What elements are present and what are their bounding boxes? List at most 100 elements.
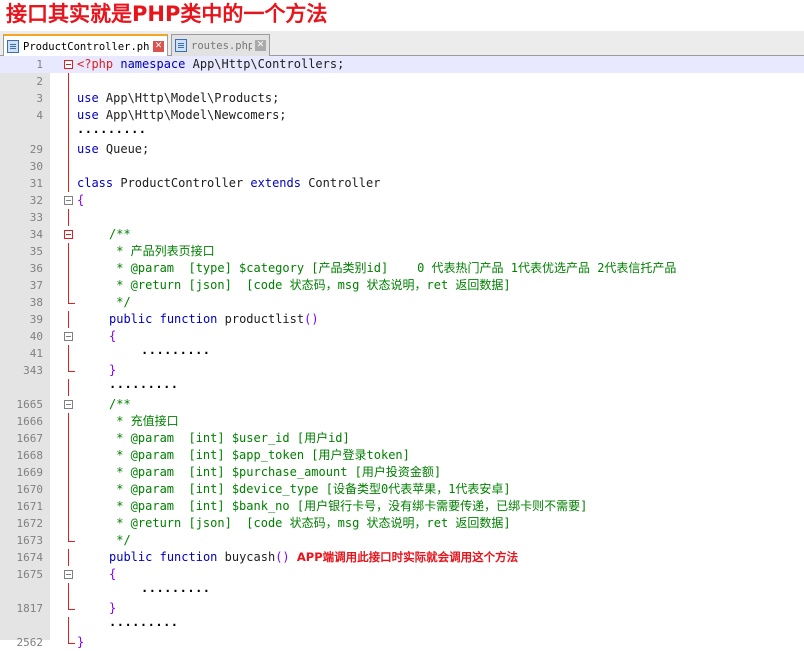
code-line[interactable]: 1675 {	[0, 566, 804, 583]
fold-line-marker	[68, 124, 69, 141]
code-line[interactable]: 4 use App\Http\Model\Newcomers;	[0, 107, 804, 124]
code-line[interactable]: 1 <?php namespace App\Http\Controllers;	[0, 56, 804, 73]
code-line[interactable]: 1674 public function buycash() APP端调用此接口时…	[0, 549, 804, 566]
code-token: ProductController	[113, 176, 251, 190]
line-number: 1671	[16, 500, 44, 513]
code-text: /**	[77, 396, 131, 413]
code-text: * @param [int] $purchase_amount [用户投资金额]	[77, 464, 441, 481]
fold-end-marker	[68, 294, 75, 304]
code-line[interactable]: ·········	[0, 379, 804, 396]
code-line[interactable]: 1670 * @param [int] $device_type [设备类型0代…	[0, 481, 804, 498]
code-line[interactable]: 31 class ProductController extends Contro…	[0, 175, 804, 192]
fold-line-marker	[68, 549, 69, 566]
line-number: 1669	[16, 466, 44, 479]
code-token: namespace	[120, 57, 186, 71]
code-editor[interactable]: 1 <?php namespace App\Http\Controllers; 2 3…	[0, 56, 804, 649]
code-token: * @param [type] $category [产品类别id] 0 代表热…	[109, 261, 677, 275]
code-line[interactable]: 343}	[0, 362, 804, 379]
code-line[interactable]: 1667 * @param [int] $user_id [用户id]	[0, 430, 804, 447]
code-line[interactable]: 36 * @param [type] $category [产品类别id] 0 …	[0, 260, 804, 277]
code-line[interactable]: 32 {	[0, 192, 804, 209]
code-line[interactable]: 37 * @return [json] [code 状态码，msg 状态说明，r…	[0, 277, 804, 294]
line-number: 40	[29, 330, 43, 343]
code-token: productlist	[217, 312, 305, 326]
code-line[interactable]: 1673 */	[0, 532, 804, 549]
line-number: 38	[29, 296, 43, 309]
code-line[interactable]: ·········	[0, 583, 804, 600]
fold-toggle-icon[interactable]	[64, 196, 73, 205]
code-token: {	[109, 329, 117, 343]
fold-toggle-icon[interactable]	[64, 400, 73, 409]
code-token: * @param [int] $purchase_amount [用户投资金额]	[109, 465, 442, 479]
code-token: App\Http\Model\Newcomers;	[98, 108, 287, 122]
code-token: ·········	[141, 346, 211, 360]
php-file-icon	[175, 39, 187, 52]
code-token: /**	[109, 397, 131, 411]
code-line[interactable]: 38 */	[0, 294, 804, 311]
code-line[interactable]: 3 use App\Http\Model\Products;	[0, 90, 804, 107]
code-line[interactable]: 33	[0, 209, 804, 226]
fold-toggle-icon[interactable]	[64, 60, 73, 69]
code-token: {	[109, 567, 117, 581]
code-text: public function productlist()	[77, 311, 319, 328]
fold-line-marker	[68, 141, 69, 158]
line-number: 4	[36, 109, 43, 122]
fold-toggle-icon[interactable]	[64, 230, 73, 239]
code-line[interactable]: 1668 * @param [int] $app_token [用户登录toke…	[0, 447, 804, 464]
code-text: use App\Http\Model\Products;	[77, 90, 279, 107]
close-icon[interactable]: ✕	[153, 41, 164, 52]
fold-line-marker	[68, 617, 69, 634]
fold-line-marker	[68, 73, 69, 90]
code-token: ·········	[77, 125, 147, 139]
code-line[interactable]: 1672 * @return [json] [code 状态码，msg 状态说明…	[0, 515, 804, 532]
code-line[interactable]: 1671 * @param [int] $bank_no [用户银行卡号，没有绑…	[0, 498, 804, 515]
code-line[interactable]: ·········	[0, 124, 804, 141]
code-token: public	[109, 550, 153, 564]
code-token: Queue;	[98, 142, 150, 156]
fold-line-marker	[68, 498, 69, 515]
code-line[interactable]: 30	[0, 158, 804, 175]
code-text: }	[77, 634, 84, 651]
code-line[interactable]: 29 use Queue;	[0, 141, 804, 158]
code-token: App\Http\Controllers;	[185, 57, 345, 71]
fold-toggle-icon[interactable]	[64, 332, 73, 341]
fold-line-marker	[68, 158, 69, 175]
code-text: * @return [json] [code 状态码，msg 状态说明，ret …	[77, 277, 510, 294]
code-line[interactable]: ·········	[0, 617, 804, 634]
code-text: class ProductController extends Controll…	[77, 175, 380, 192]
code-text: {	[77, 328, 116, 345]
code-line[interactable]: 34 /**	[0, 226, 804, 243]
fold-line-marker	[68, 345, 69, 362]
tab-routes[interactable]: routes.php ✕	[171, 34, 270, 56]
code-line[interactable]: 41 ·········	[0, 345, 804, 362]
code-line[interactable]: 2	[0, 73, 804, 90]
fold-toggle-icon[interactable]	[64, 570, 73, 579]
close-icon[interactable]: ✕	[255, 40, 266, 51]
code-text: /**	[77, 226, 131, 243]
line-number: 37	[29, 279, 43, 292]
code-line[interactable]: 1665 /**	[0, 396, 804, 413]
annotation-note: APP端调用此接口时实际就会调用这个方法	[296, 550, 519, 564]
fold-line-marker	[68, 583, 69, 600]
code-line[interactable]: 39 public function productlist()	[0, 311, 804, 328]
code-text: }	[77, 600, 116, 617]
fold-line-marker	[68, 464, 69, 481]
code-token: App\Http\Model\Products;	[98, 91, 280, 105]
code-token: }	[77, 635, 85, 649]
code-line[interactable]: 35 * 产品列表页接口	[0, 243, 804, 260]
fold-line-marker	[68, 515, 69, 532]
tab-label: routes.php	[191, 39, 252, 52]
code-token: use	[77, 142, 99, 156]
code-token: ()	[304, 312, 319, 326]
code-line[interactable]: 1817}	[0, 600, 804, 617]
tab-productcontroller[interactable]: ProductController.php ✕	[3, 34, 168, 57]
code-token: * 产品列表页接口	[109, 244, 215, 258]
code-token: }	[109, 363, 117, 377]
code-line[interactable]: 1669 * @param [int] $purchase_amount [用户…	[0, 464, 804, 481]
code-line[interactable]: 2562}	[0, 634, 804, 651]
code-text: * @param [int] $user_id [用户id]	[77, 430, 350, 447]
code-line[interactable]: 40 {	[0, 328, 804, 345]
tab-label: ProductController.php	[23, 40, 150, 53]
code-line[interactable]: 1666 * 充值接口	[0, 413, 804, 430]
